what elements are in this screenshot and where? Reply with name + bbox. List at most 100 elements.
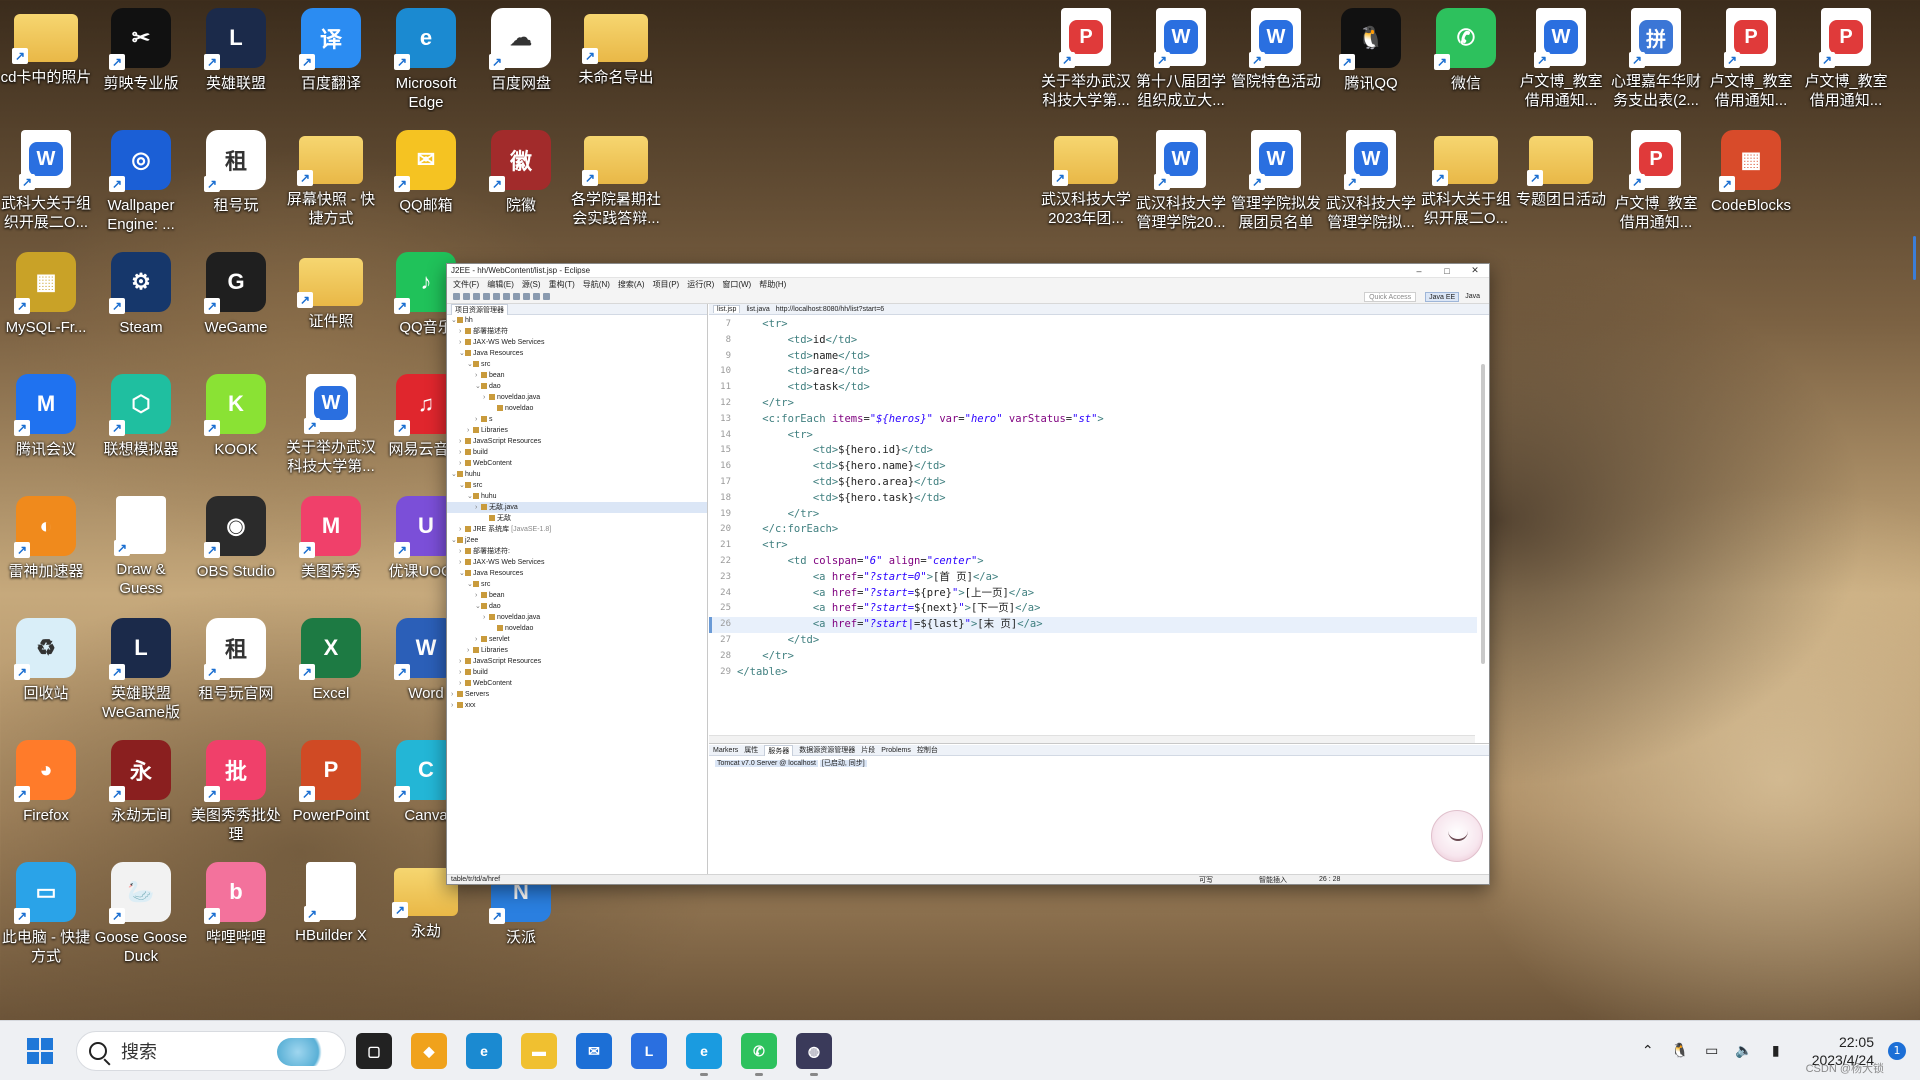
- desktop-icon[interactable]: 拼 ↗ 心理嘉年华财务支出表(2...: [1610, 4, 1702, 116]
- code-line[interactable]: 14 <tr>: [709, 428, 1477, 444]
- desktop-icon[interactable]: X ↗ Excel: [285, 614, 377, 726]
- tree-item[interactable]: noveldao: [447, 623, 707, 634]
- menu-item[interactable]: 编辑(E): [487, 279, 514, 290]
- tree-item[interactable]: › 部署描述符:: [447, 546, 707, 557]
- menu-item[interactable]: 导航(N): [583, 279, 610, 290]
- code-line[interactable]: 20 </c:forEach>: [709, 522, 1477, 538]
- tree-item[interactable]: › build: [447, 447, 707, 458]
- tree-item[interactable]: 无敌: [447, 513, 707, 524]
- tree-item[interactable]: ⌄ huhu: [447, 491, 707, 502]
- ie-icon[interactable]: e: [686, 1033, 722, 1076]
- tree-item[interactable]: › noveldao.java: [447, 612, 707, 623]
- search-icon[interactable]: [523, 293, 530, 300]
- code-line[interactable]: 28 </tr>: [709, 649, 1477, 665]
- qq-tray-icon[interactable]: 🐧: [1666, 1037, 1694, 1065]
- desktop-icon[interactable]: ✆ ↗ 微信: [1420, 4, 1512, 116]
- code-line[interactable]: 9 <td>name</td>: [709, 349, 1477, 365]
- desktop-icon[interactable]: ⚙ ↗ Steam: [95, 248, 187, 360]
- code-line[interactable]: 27 </td>: [709, 633, 1477, 649]
- back-icon[interactable]: [533, 293, 540, 300]
- battery-icon[interactable]: ▮: [1762, 1037, 1790, 1065]
- tree-item[interactable]: › servlet: [447, 634, 707, 645]
- desktop-icon[interactable]: ↗ 各学院暑期社会实践答辩...: [570, 126, 662, 238]
- menu-item[interactable]: 文件(F): [453, 279, 479, 290]
- code-line[interactable]: 22 <td colspan="6" align="center">: [709, 554, 1477, 570]
- tree-item[interactable]: › build: [447, 667, 707, 678]
- jsp-editor[interactable]: list.jsp list.java http://localhost:8080/h…: [709, 304, 1489, 744]
- new-class-icon[interactable]: [513, 293, 520, 300]
- perspective-java-ee[interactable]: Java EE: [1425, 291, 1460, 302]
- code-line[interactable]: 8 <td>id</td>: [709, 333, 1477, 349]
- wechat-taskbar-icon[interactable]: ✆: [741, 1033, 777, 1076]
- desktop-icon[interactable]: ▭ ↗ 此电脑 - 快捷方式: [0, 858, 92, 970]
- desktop-icon[interactable]: ⬡ ↗ 联想模拟器: [95, 370, 187, 482]
- debug-icon[interactable]: [483, 293, 490, 300]
- desktop-icon[interactable]: 译 ↗ 百度翻译: [285, 4, 377, 116]
- menu-item[interactable]: 源(S): [522, 279, 541, 290]
- code-line[interactable]: 26 <a href="?start|=${last}">[末 页]</a>: [709, 617, 1477, 633]
- tree-item[interactable]: › Libraries: [447, 425, 707, 436]
- tree-item[interactable]: › Libraries: [447, 645, 707, 656]
- tree-item[interactable]: ⌄ dao: [447, 601, 707, 612]
- save-icon[interactable]: [463, 293, 470, 300]
- editor-tab[interactable]: list.java: [746, 306, 769, 313]
- tree-item[interactable]: ⌄ src: [447, 579, 707, 590]
- editor-tab[interactable]: list.jsp: [713, 305, 741, 313]
- desktop-icon[interactable]: 🐧 ↗ 腾讯QQ: [1325, 4, 1417, 116]
- lenovo-vantage-icon[interactable]: L: [631, 1033, 667, 1069]
- tree-item[interactable]: › 无敌.java: [447, 502, 707, 513]
- minimize-button[interactable]: –: [1405, 266, 1433, 276]
- desktop-icon[interactable]: ↗ HBuilder X: [285, 858, 377, 970]
- desktop-icon[interactable]: b ↗ 哔哩哔哩: [190, 858, 282, 970]
- taskbar-search[interactable]: 搜索: [76, 1031, 346, 1071]
- menu-item[interactable]: 重构(T): [549, 279, 575, 290]
- code-line[interactable]: 21 <tr>: [709, 538, 1477, 554]
- menu-item[interactable]: 窗口(W): [722, 279, 751, 290]
- tree-item[interactable]: › s: [447, 414, 707, 425]
- code-line[interactable]: 19 </tr>: [709, 507, 1477, 523]
- widgets-icon[interactable]: ◆: [411, 1033, 447, 1069]
- code-line[interactable]: 29 </table>: [709, 665, 1477, 681]
- code-line[interactable]: 24 <a href="?start=${pre}">[上一页]</a>: [709, 586, 1477, 602]
- tree-item[interactable]: ⌄ huhu: [447, 469, 707, 480]
- notification-badge[interactable]: 1: [1888, 1042, 1906, 1060]
- desktop-icon[interactable]: ↗ 专题团日活动: [1515, 126, 1607, 238]
- file-explorer-icon[interactable]: ▬: [521, 1033, 557, 1069]
- tree-item[interactable]: › JAX-WS Web Services: [447, 557, 707, 568]
- maximize-button[interactable]: □: [1433, 266, 1461, 276]
- desktop-icon[interactable]: ◉ ↗ OBS Studio: [190, 492, 282, 604]
- code-line[interactable]: 12 </tr>: [709, 396, 1477, 412]
- desktop-icon[interactable]: P ↗ 卢文博_教室借用通知...: [1610, 126, 1702, 238]
- menu-item[interactable]: 搜索(A): [618, 279, 645, 290]
- tree-item[interactable]: › bean: [447, 370, 707, 381]
- print-icon[interactable]: [473, 293, 480, 300]
- tree-item[interactable]: › JRE 系统库 [JavaSE-1.8]: [447, 524, 707, 535]
- desktop-icon[interactable]: W ↗ 武科大关于组织开展二O...: [0, 126, 92, 238]
- desktop-icon[interactable]: ↗ cd卡中的照片: [0, 4, 92, 116]
- tree-item[interactable]: ⌄ src: [447, 359, 707, 370]
- menu-item[interactable]: 项目(P): [653, 279, 680, 290]
- code-line[interactable]: 13 <c:forEach items="${heros}" var="hero…: [709, 412, 1477, 428]
- tree-item[interactable]: ⌄ src: [447, 480, 707, 491]
- desktop-icon[interactable]: P ↗ 卢文博_教室借用通知...: [1705, 4, 1797, 116]
- tree-item[interactable]: › bean: [447, 590, 707, 601]
- perspective-java[interactable]: Java: [1462, 292, 1483, 302]
- desktop-icon[interactable]: ♻ ↗ 回收站: [0, 614, 92, 726]
- tree-item[interactable]: › noveldao.java: [447, 392, 707, 403]
- desktop-icon[interactable]: ◎ ↗ Wallpaper Engine: ...: [95, 126, 187, 238]
- tree-item[interactable]: noveldao: [447, 403, 707, 414]
- desktop-icon[interactable]: 永 ↗ 永劫无间: [95, 736, 187, 848]
- desktop-icon[interactable]: W ↗ 第十八届团学组织成立大...: [1135, 4, 1227, 116]
- tree-item[interactable]: ⌄ Java Resources: [447, 348, 707, 359]
- task-view-icon[interactable]: ▢: [356, 1033, 392, 1069]
- eclipse-window[interactable]: J2EE - hh/WebContent/list.jsp - Eclipse …: [446, 263, 1490, 885]
- bottom-view-tab[interactable]: 服务器: [764, 744, 794, 756]
- code-line[interactable]: 17 <td>${hero.area}</td>: [709, 475, 1477, 491]
- desktop-icon[interactable]: ↗ 武科大关于组织开展二O...: [1420, 126, 1512, 238]
- desktop-icon[interactable]: W ↗ 关于举办武汉科技大学第...: [285, 370, 377, 482]
- tree-item[interactable]: ⌄ Java Resources: [447, 568, 707, 579]
- desktop-scrollbar[interactable]: [1913, 236, 1916, 280]
- eclipse-taskbar-icon[interactable]: ◍: [796, 1033, 832, 1076]
- code-line[interactable]: 18 <td>${hero.task}</td>: [709, 491, 1477, 507]
- desktop-icon[interactable]: 徽 ↗ 院徽: [475, 126, 567, 238]
